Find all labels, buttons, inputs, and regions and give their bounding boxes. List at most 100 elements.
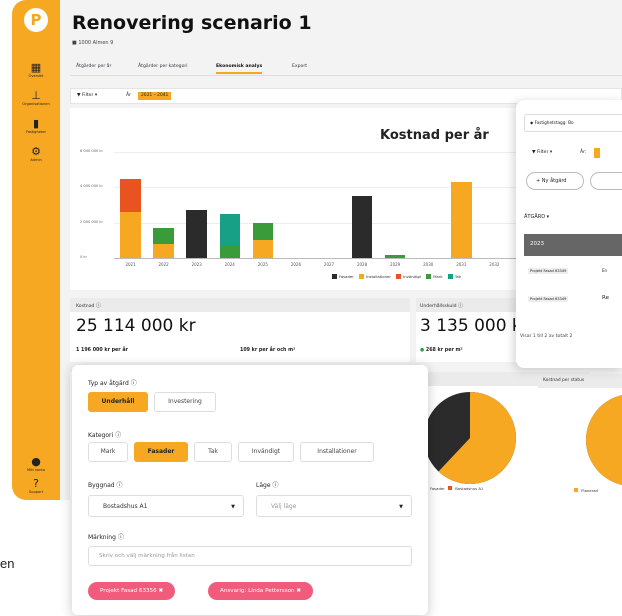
actions-panel: ◆ Fastighetstagg: Bo ▼ Filter ▾ År: + Ny… bbox=[516, 100, 622, 368]
legend-label: Mark bbox=[433, 274, 443, 279]
legend-label: Bostadshus A1 bbox=[455, 486, 484, 491]
close-icon[interactable]: ✖ bbox=[158, 588, 163, 594]
year-range-chip[interactable]: 2021 – 2041 bbox=[138, 92, 172, 100]
pie-chart-status bbox=[586, 395, 622, 485]
screenshot-stage: { "colors": { "accent": "#f7a823", "fasa… bbox=[0, 0, 622, 616]
subtitle-text: 1000 Almen 9 bbox=[78, 40, 114, 46]
bar-segment-mark-2029[interactable] bbox=[384, 255, 406, 258]
marking-label-text: Märkning bbox=[88, 534, 116, 541]
info-icon: ⓘ bbox=[117, 534, 124, 541]
close-icon[interactable]: ✖ bbox=[296, 588, 301, 594]
pill-label: Projekt Fasad 63356 bbox=[100, 588, 157, 594]
sidebar-item-label: Admin bbox=[30, 158, 42, 162]
lower-right-blank bbox=[476, 566, 622, 616]
type-option-underhall[interactable]: Underhåll bbox=[88, 392, 148, 412]
bar-segment-fasader-2023[interactable] bbox=[186, 210, 207, 258]
panel-filter-button[interactable]: ▼ Filter ▾ bbox=[532, 150, 552, 155]
sidebar-item-label: Fastigheter bbox=[25, 130, 47, 134]
legend-label: Invändigt bbox=[403, 274, 422, 279]
tab-atgarder-per-kategori[interactable]: Åtgärder per kategori bbox=[138, 64, 188, 69]
logo[interactable]: P bbox=[24, 8, 48, 32]
sidebar-item-support[interactable]: ? Support bbox=[12, 478, 60, 495]
pie-card-header: Kostnad per status bbox=[538, 374, 622, 388]
filter-button[interactable]: ▼ Filter ▾ bbox=[77, 93, 97, 98]
filter-label: Filter bbox=[82, 93, 94, 98]
sidebar-item-fastigheter[interactable]: ▮ Fastigheter bbox=[12, 118, 60, 135]
tab-ekonomisk-analys[interactable]: Ekonomisk analys bbox=[216, 64, 263, 74]
type-label: Typ av åtgärd ⓘ bbox=[88, 378, 137, 387]
property-tag-label: Fastighetstagg: Bo bbox=[534, 120, 574, 125]
column-header-atgard[interactable]: ÅTGÄRD ▾ bbox=[524, 214, 549, 220]
legend-label: Installationer bbox=[366, 274, 391, 279]
bar-segment-fasader-2028[interactable] bbox=[351, 196, 373, 258]
sidebar-item-admin[interactable]: ⚙ Admin bbox=[12, 146, 60, 163]
marking-pill-project[interactable]: Projekt Fasad 63356 ✖ bbox=[88, 582, 176, 600]
legend-swatch-tak bbox=[447, 274, 453, 279]
panel-filter-label: Filter bbox=[537, 150, 549, 155]
tab-bar: Åtgärder per år Åtgärder per kategori Ek… bbox=[70, 62, 622, 76]
building-select[interactable]: Bostadshus A1 ▼ bbox=[88, 495, 244, 517]
x-tick-label: 2024 bbox=[224, 262, 235, 267]
category-option-tak[interactable]: Tak bbox=[194, 442, 232, 462]
chevron-down-icon: ▼ bbox=[399, 504, 403, 510]
marking-pill-responsible[interactable]: Ansvarig: Linda Pettersson ✖ bbox=[208, 582, 314, 600]
category-option-fasader[interactable]: Fasader bbox=[134, 442, 188, 462]
bar-segment-installationer-2022[interactable] bbox=[153, 243, 174, 258]
gear-icon: ⚙ bbox=[31, 145, 41, 158]
gridline bbox=[114, 222, 544, 224]
grid-icon: ▦ bbox=[30, 61, 42, 74]
tab-atgarder-per-ar[interactable]: Åtgärder per år bbox=[76, 64, 111, 69]
x-tick-label: 2025 bbox=[257, 262, 268, 267]
gridline bbox=[114, 152, 544, 153]
tab-export[interactable]: Export bbox=[292, 64, 307, 69]
bar-segment-mark-2022[interactable] bbox=[153, 227, 174, 244]
sidebar-item-oversikt[interactable]: ▦ Översikt bbox=[12, 62, 60, 79]
category-option-invandigt[interactable]: Invändigt bbox=[238, 442, 294, 462]
y-tick-label: 2 000 000 kr bbox=[80, 219, 103, 224]
page-title: Renovering scenario 1 bbox=[72, 12, 312, 34]
org-chart-icon: ⊥ bbox=[31, 89, 41, 102]
legend-swatch-fasader bbox=[332, 274, 337, 279]
kpi-cost-card: Kostnad ⓘ 25 114 000 kr 1 196 000 kr per… bbox=[70, 298, 410, 362]
bar-segment-installationer-2031[interactable] bbox=[451, 182, 472, 258]
x-tick-label: 2032 bbox=[489, 262, 500, 267]
kpi-debt-label: Underhållsskuld bbox=[420, 304, 457, 309]
sidebar-item-account[interactable]: ● Mitt konto bbox=[12, 456, 60, 473]
sidebar-item-organisationen[interactable]: ⊥ Organisationen bbox=[12, 90, 60, 107]
legend-swatch-installationer bbox=[359, 274, 364, 279]
y-tick-label: 6 000 000 kr bbox=[80, 149, 103, 153]
chart-title: Kostnad per år bbox=[380, 128, 489, 143]
marking-input[interactable]: Skriv och välj märkning från listan bbox=[88, 546, 412, 566]
kpi-cost-per-year: 1 196 000 kr per år bbox=[76, 348, 128, 353]
legend-label: Tak bbox=[454, 274, 462, 279]
location-select[interactable]: Välj läge ▼ bbox=[256, 495, 412, 517]
bar-segment-tak-2024[interactable] bbox=[219, 213, 240, 246]
bar-segment-mark-2024[interactable] bbox=[219, 245, 240, 258]
category-option-installationer[interactable]: Installationer bbox=[300, 442, 374, 462]
bar-segment-installationer-2025[interactable] bbox=[252, 240, 274, 258]
bar-segment-mark-2025[interactable] bbox=[252, 222, 274, 241]
action-tag: Projekt Fasad 63349 bbox=[528, 296, 569, 302]
bar-segment-installationer-2021[interactable] bbox=[120, 212, 141, 258]
legend-swatch-mark bbox=[426, 274, 432, 279]
info-icon: ⓘ bbox=[457, 303, 463, 309]
building-icon: ▮ bbox=[32, 117, 40, 130]
sidebar-item-label: Översikt bbox=[28, 74, 44, 78]
legend-swatch-invandigt bbox=[396, 274, 402, 279]
kpi-debt-per-sqm: ● 268 kr per m² bbox=[420, 348, 463, 353]
bar-segment-invändigt-2021[interactable] bbox=[120, 178, 141, 213]
year-label: År bbox=[126, 93, 132, 98]
panel-secondary-button[interactable] bbox=[590, 172, 622, 190]
question-icon: ? bbox=[33, 477, 39, 490]
kpi-cost-value: 25 114 000 kr bbox=[76, 316, 196, 336]
type-option-investering[interactable]: Investering bbox=[154, 392, 216, 412]
panel-year-chip[interactable] bbox=[594, 148, 600, 158]
page-subtitle: ■ 1000 Almen 9 bbox=[72, 40, 113, 46]
pie-slice-planerad bbox=[586, 395, 622, 485]
legend-swatch bbox=[448, 486, 452, 490]
info-icon: ⓘ bbox=[116, 482, 123, 489]
info-icon: ⓘ bbox=[272, 482, 279, 489]
building-select-value: Bostadshus A1 bbox=[103, 503, 148, 510]
category-option-mark[interactable]: Mark bbox=[88, 442, 128, 462]
property-tag-text: ◆ Fastighetstagg: Bo bbox=[530, 120, 574, 125]
